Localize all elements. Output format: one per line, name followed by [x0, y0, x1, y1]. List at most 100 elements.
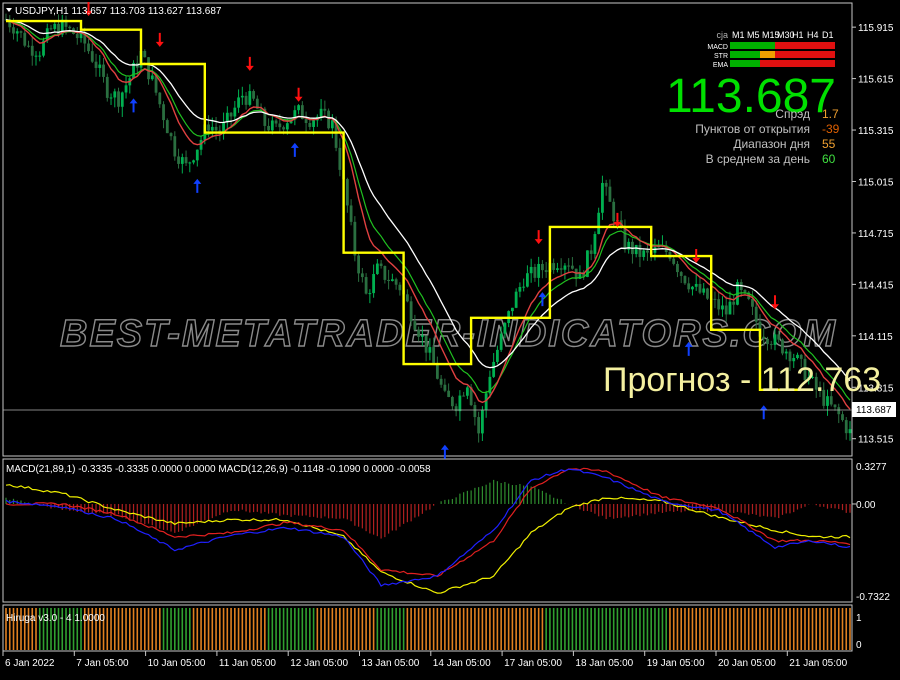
candle-body [672, 258, 676, 264]
candle-body [439, 378, 443, 385]
signal-cell [760, 60, 775, 67]
candle-body [349, 205, 353, 222]
candle-body [229, 112, 233, 117]
signal-cell [775, 51, 790, 58]
signal-cell [805, 51, 820, 58]
candle-body [180, 157, 184, 164]
candle-body [177, 156, 180, 164]
candle-body [360, 273, 364, 278]
candle-body [634, 244, 638, 255]
candle-body [274, 120, 278, 124]
candle-body [57, 23, 60, 35]
candle-body [297, 105, 300, 111]
candle-body [207, 124, 210, 131]
candle-body [304, 119, 308, 123]
candle-body [450, 397, 454, 407]
candle-body [458, 395, 462, 412]
signal-cell [805, 60, 820, 67]
candle-body [751, 298, 754, 307]
candle-body [604, 182, 608, 187]
candle-body [387, 279, 391, 281]
candle-body [473, 405, 477, 418]
time-tick-label: 6 Jan 2022 [5, 658, 55, 669]
timeframe-label: H4 [807, 30, 819, 40]
signal-cell [805, 42, 820, 49]
candle-body [345, 179, 349, 206]
stat-label: Диапазон дня [733, 137, 810, 151]
candle-body [432, 347, 436, 363]
candle-body [642, 250, 646, 257]
candle-body [424, 335, 428, 353]
price-tick-label: 114.415 [858, 280, 894, 291]
time-tick-label: 7 Jan 05:00 [76, 658, 129, 669]
hiruga-tick-zero: 0 [856, 640, 862, 651]
hiruga-tick-one: 1 [856, 613, 862, 624]
candle-body [109, 97, 113, 99]
candle-body [537, 263, 541, 278]
candle-body [319, 108, 323, 117]
timeframe-label: D1 [822, 30, 834, 40]
timeframe-label: H1 [792, 30, 804, 40]
signal-cell [730, 51, 745, 58]
candle-body [769, 344, 773, 346]
candle-body [766, 338, 769, 345]
indicator-row-label: STR [714, 53, 728, 60]
signal-cell [745, 60, 760, 67]
candle-body [462, 395, 466, 397]
candle-body [589, 250, 593, 254]
candle-body [837, 407, 841, 415]
candle-body [233, 107, 237, 117]
price-tick-label: 115.915 [858, 23, 894, 34]
candle-body [23, 32, 27, 46]
candle-body [511, 307, 514, 312]
candle-body [364, 277, 368, 294]
candle-body [372, 274, 376, 294]
stat-value: 60 [822, 152, 836, 166]
candle-body [338, 147, 342, 170]
candle-body [248, 91, 252, 105]
candle-body [30, 45, 34, 56]
time-tick-label: 21 Jan 05:00 [789, 658, 847, 669]
signal-cell [745, 51, 760, 58]
candle-body [799, 354, 803, 359]
candle-body [743, 290, 747, 293]
signal-cell [730, 42, 745, 49]
candle-body [184, 157, 188, 164]
candle-body [90, 51, 94, 62]
candle-body [34, 55, 38, 57]
candle-body [499, 333, 503, 350]
candle-body [724, 305, 728, 315]
candle-body [19, 31, 23, 33]
timeframe-label: M5 [747, 30, 760, 40]
candle-body [612, 201, 616, 222]
candle-body [270, 120, 274, 131]
candle-body [417, 329, 421, 337]
time-tick-label: 14 Jan 05:00 [433, 658, 491, 669]
candle-body [49, 28, 53, 30]
time-axis: 6 Jan 2022 7 Jan 05:00 10 Jan 05:00 11 Jan … [2, 651, 848, 669]
candle-body [676, 263, 679, 273]
candle-body [706, 288, 709, 299]
time-tick-label: 20 Jan 05:00 [718, 658, 776, 669]
candle-body [27, 45, 30, 47]
stat-label: В среднем за день [706, 152, 810, 166]
time-tick-label: 12 Jan 05:00 [290, 658, 348, 669]
candle-body [169, 133, 173, 137]
candle-body [691, 286, 694, 290]
signal-cell [760, 51, 775, 58]
candle-body [195, 149, 199, 161]
candle-body [563, 265, 567, 270]
current-price-label: 113.687 [856, 405, 892, 416]
candle-body [773, 334, 777, 345]
candle-body [158, 92, 162, 105]
time-tick-label: 19 Jan 05:00 [647, 658, 705, 669]
time-tick-label: 10 Jan 05:00 [148, 658, 206, 669]
symbol-header: USDJPY,H1 113.657 113.703 113.627 113.68… [15, 6, 222, 17]
candle-body [379, 263, 383, 266]
candle-body [38, 55, 42, 57]
candle-body [848, 429, 852, 434]
indicator-row-label: MACD [707, 44, 728, 51]
candle-body [593, 234, 597, 254]
candle-body [173, 136, 177, 157]
signal-cell [730, 60, 745, 67]
